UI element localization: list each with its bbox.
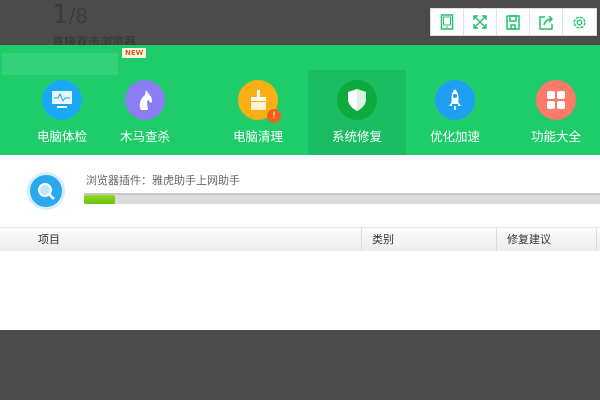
repair-panel: 浏览器插件：雅虎助手上网助手 项目 类别 修复建议 <box>0 155 600 330</box>
toolbar <box>430 8 597 36</box>
nav-label: 木马查杀 <box>119 129 170 144</box>
share-icon <box>538 14 553 30</box>
alert-badge: ! <box>267 109 281 123</box>
broom-icon: ! <box>238 80 281 123</box>
new-badge: NEW <box>122 48 147 58</box>
save-icon <box>506 14 520 30</box>
nav-label: 电脑体检 <box>36 129 87 144</box>
nav-label: 功能大全 <box>530 129 581 144</box>
tablet-button[interactable] <box>431 9 464 35</box>
page-counter: 1/8 <box>52 0 88 30</box>
nav-label: 电脑清理 <box>232 129 283 144</box>
nav-system-repair[interactable]: 系统修复 <box>308 70 406 155</box>
nav-pc-cleanup[interactable]: ! 电脑清理 <box>209 70 307 155</box>
save-button[interactable] <box>497 9 530 35</box>
table-header: 项目 类别 修复建议 <box>0 227 600 251</box>
share-button[interactable] <box>530 9 563 35</box>
nav-all-features[interactable]: 功能大全 <box>507 70 600 155</box>
monitor-icon <box>42 80 82 120</box>
scan-progress-fill <box>84 195 115 204</box>
column-header-item[interactable]: 项目 <box>0 228 362 251</box>
fullscreen-button[interactable] <box>464 9 497 35</box>
settings-icon <box>573 15 586 29</box>
nav-label: 系统修复 <box>331 129 382 144</box>
column-header-suggestion[interactable]: 修复建议 <box>497 228 597 251</box>
scan-status-text: 浏览器插件：雅虎助手上网助手 <box>86 174 240 187</box>
main-nav-bar: NEW 电脑体检 木马查杀 ! 电脑清理 系统修复 优化加速 功能大全 <box>0 45 600 155</box>
shield-icon <box>337 80 377 120</box>
column-header-category[interactable]: 类别 <box>362 228 497 251</box>
scan-progress-bar <box>84 193 600 204</box>
page-total: /8 <box>68 4 89 28</box>
page-current: 1 <box>52 0 69 30</box>
nav-optimize[interactable]: 优化加速 <box>406 70 504 155</box>
fullscreen-icon <box>473 15 487 29</box>
nav-label: 优化加速 <box>429 129 480 144</box>
settings-button[interactable] <box>563 9 596 35</box>
rocket-icon <box>435 80 475 120</box>
tablet-icon <box>440 14 454 30</box>
scan-search-icon <box>27 172 65 210</box>
nav-trojan-scan[interactable]: 木马查杀 <box>96 70 194 155</box>
horse-icon <box>125 80 165 120</box>
grid-icon <box>536 80 576 120</box>
